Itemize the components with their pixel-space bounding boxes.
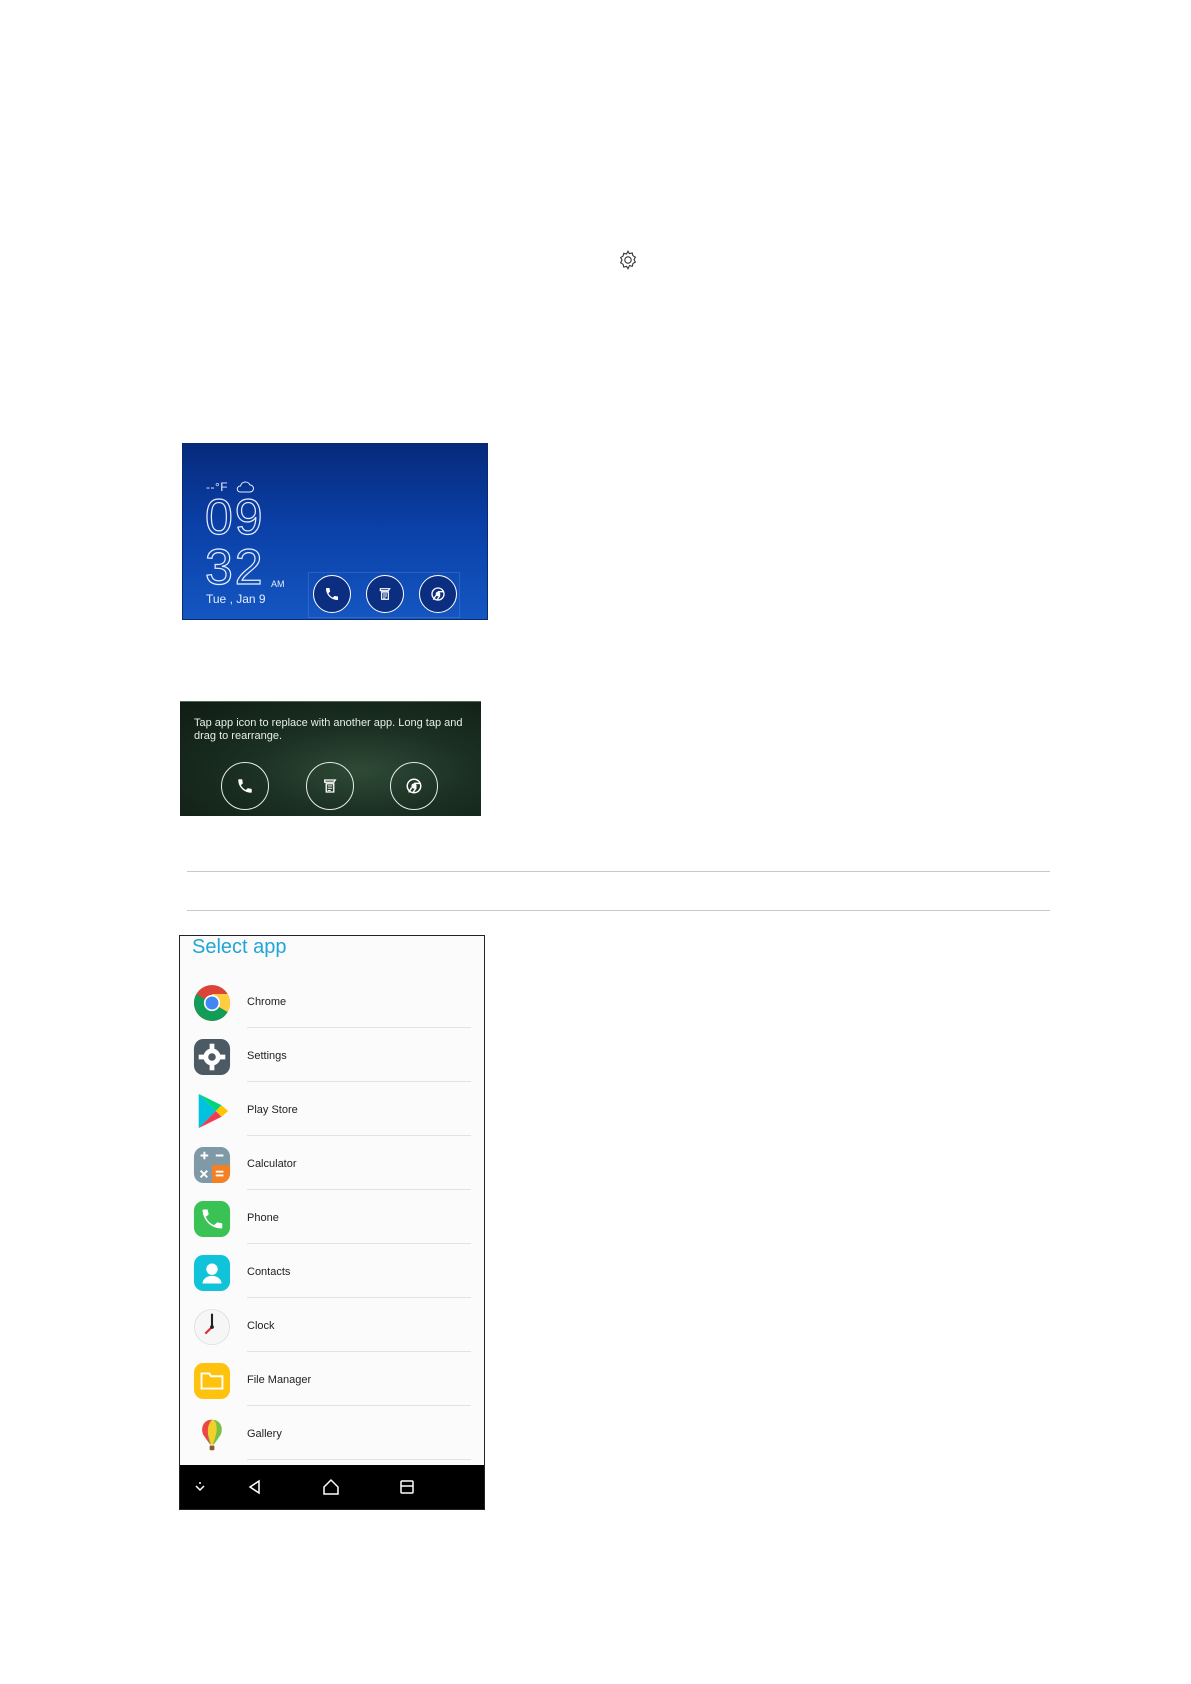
app-item-play-store[interactable]: Play Store [180, 1082, 484, 1136]
edit-hint-text: Tap app icon to replace with another app… [194, 717, 463, 742]
clock-minute: 32 [204, 539, 265, 595]
lock-shortcut-chrome[interactable] [419, 575, 457, 613]
row-divider [247, 1459, 471, 1460]
edit-shortcut-phone[interactable] [221, 762, 269, 810]
edit-shortcut-memo[interactable] [306, 762, 354, 810]
gear-icon [619, 250, 637, 270]
app-label: Phone [247, 1212, 279, 1224]
lock-screen-screenshot: --°F 09 32 AM Tue , Jan 9 [182, 443, 488, 620]
app-item-calculator[interactable]: Calculator [180, 1136, 484, 1190]
phone-icon [193, 1200, 231, 1238]
clock-ampm: AM [271, 579, 285, 589]
clock-icon [193, 1308, 231, 1346]
memo-icon [324, 779, 337, 793]
phone-icon [238, 779, 252, 793]
edit-shortcuts-screenshot: Tap app icon to replace with another app… [180, 701, 481, 816]
chrome-icon [193, 984, 231, 1022]
app-label: Contacts [247, 1266, 291, 1278]
calculator-icon [193, 1146, 231, 1184]
app-item-contacts[interactable]: Contacts [180, 1244, 484, 1298]
clock-hour: 09 [204, 489, 265, 545]
app-item-gallery[interactable]: Gallery [180, 1406, 484, 1460]
app-label: Settings [247, 1050, 287, 1062]
app-label: Play Store [247, 1104, 298, 1116]
memo-icon [379, 588, 391, 600]
edit-shortcut-chrome[interactable] [390, 762, 438, 810]
select-app-screenshot: Select app Chrome Settings Play Store Ca… [179, 935, 485, 1510]
app-item-chrome[interactable]: Chrome [180, 974, 484, 1028]
date-label: Tue , Jan 9 [206, 592, 266, 606]
app-item-clock[interactable]: Clock [180, 1298, 484, 1352]
lock-shortcut-memo[interactable] [366, 575, 404, 613]
app-item-settings[interactable]: Settings [180, 1028, 484, 1082]
divider-line [187, 910, 1050, 911]
app-label: Gallery [247, 1428, 282, 1440]
app-label: Chrome [247, 996, 287, 1008]
select-app-title: Select app [192, 936, 287, 958]
chrome-icon [431, 587, 445, 601]
gallery-icon [202, 1419, 222, 1451]
back-icon[interactable] [245, 1477, 265, 1497]
play-store-icon [198, 1093, 229, 1129]
app-label: File Manager [247, 1374, 312, 1386]
app-label: Clock [247, 1320, 275, 1332]
app-item-file-manager[interactable]: File Manager [180, 1352, 484, 1406]
contacts-icon [193, 1254, 231, 1292]
settings-icon [193, 1038, 231, 1076]
file-manager-icon [193, 1362, 231, 1400]
divider-line [187, 871, 1050, 872]
phone-icon [326, 588, 338, 600]
home-icon[interactable] [321, 1477, 341, 1497]
lock-shortcut-phone[interactable] [313, 575, 351, 613]
app-item-phone[interactable]: Phone [180, 1190, 484, 1244]
collapse-icon[interactable] [190, 1477, 210, 1497]
navigation-bar [180, 1465, 484, 1509]
chrome-icon [406, 778, 422, 794]
app-label: Calculator [247, 1158, 297, 1170]
recents-icon[interactable] [397, 1477, 417, 1497]
